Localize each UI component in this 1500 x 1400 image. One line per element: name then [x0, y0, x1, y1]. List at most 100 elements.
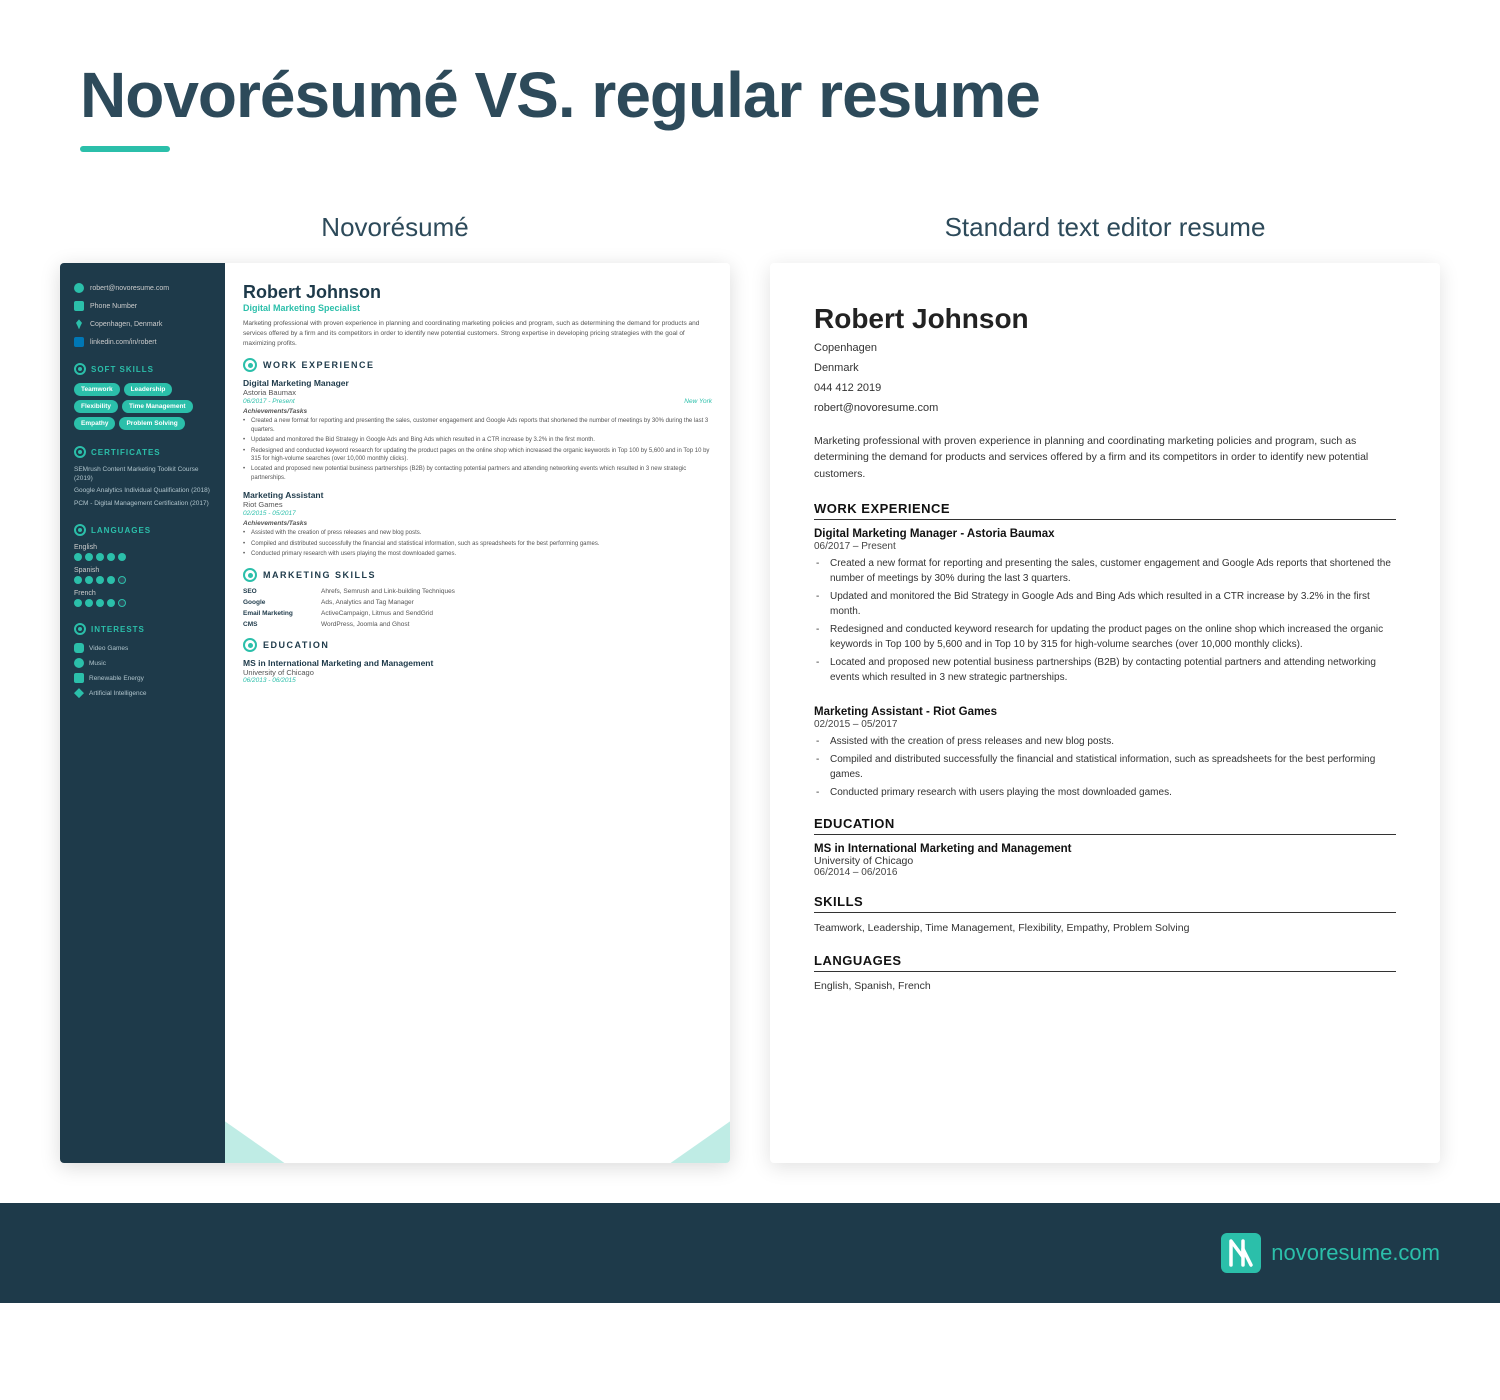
interest-energy: Renewable Energy [74, 673, 211, 683]
novo-bullet: Redesigned and conducted keyword researc… [243, 447, 712, 464]
lang-dot [74, 553, 82, 561]
novo-job2-company: Riot Games [243, 500, 712, 509]
novo-bullet: Created a new format for reporting and p… [243, 417, 712, 434]
columns-container: Novorésumé robert@novoresume.com Phone N… [0, 172, 1500, 1163]
std-work-title: WORK EXPERIENCE [814, 501, 1396, 520]
std-contact: Copenhagen Denmark 044 412 2019 robert@n… [814, 339, 1396, 418]
interest-music: Music [74, 658, 211, 668]
right-column: Standard text editor resume Robert Johns… [750, 212, 1460, 1163]
std-edu-school: University of Chicago [814, 855, 1396, 867]
contact-email: robert@novoresume.com [74, 283, 211, 293]
interests-icon [74, 623, 86, 635]
lang-dot [96, 553, 104, 561]
novo-job-2: Marketing Assistant Riot Games 02/2015 -… [243, 490, 712, 558]
std-bullet: Conducted primary research with users pl… [814, 785, 1396, 800]
header-underline [80, 146, 170, 152]
interest-videogames: Video Games [74, 643, 211, 653]
page-wrapper: Novorésumé VS. regular resume Novorésumé… [0, 0, 1500, 1303]
skill-tag: Leadership [124, 383, 173, 396]
cert-item: Google Analytics Individual Qualificatio… [74, 487, 211, 495]
lang-dot [85, 553, 93, 561]
interests-header: INTERESTS [74, 623, 211, 635]
teal-decor-left [225, 1103, 285, 1163]
linkedin-icon [74, 337, 84, 347]
novo-job1-title: Digital Marketing Manager [243, 378, 712, 388]
novo-achievements-label-2: Achievements/Tasks [243, 520, 712, 527]
soft-skills-header: SOFT SKILLS [74, 363, 211, 375]
footer-logo-tld: .com [1392, 1240, 1440, 1265]
contact-location: Copenhagen, Denmark [74, 319, 211, 329]
lang-dot [107, 599, 115, 607]
novo-resume-summary: Marketing professional with proven exper… [243, 319, 712, 348]
lang-dot [96, 599, 104, 607]
energy-icon [74, 673, 84, 683]
certs-icon [74, 446, 86, 458]
std-languages-title: LANGUAGES [814, 953, 1396, 972]
std-edu-degree: MS in International Marketing and Manage… [814, 843, 1396, 855]
footer-logo-text: novoresume.com [1271, 1240, 1440, 1266]
location-icon [74, 319, 84, 329]
std-skills-title: SKILLS [814, 894, 1396, 913]
novo-bullet: Conducted primary research with users pl… [243, 550, 712, 558]
footer-logo-name: novoresume [1271, 1240, 1392, 1265]
contact-phone: Phone Number [74, 301, 211, 311]
header: Novorésumé VS. regular resume [0, 0, 1500, 172]
std-name: Robert Johnson [814, 303, 1396, 335]
std-edu-dates: 06/2014 – 06/2016 [814, 867, 1396, 878]
novo-main: Robert Johnson Digital Marketing Special… [225, 263, 730, 1163]
novo-sidebar: robert@novoresume.com Phone Number Copen… [60, 263, 225, 1163]
skill-tag: Problem Solving [119, 417, 184, 430]
novo-work-header: WORK EXPERIENCE [243, 358, 712, 372]
ai-icon [74, 688, 84, 698]
lang-dot [107, 553, 115, 561]
std-bullet: Redesigned and conducted keyword researc… [814, 622, 1396, 652]
novo-job1-meta: 06/2017 - Present New York [243, 398, 712, 405]
std-languages-text: English, Spanish, French [814, 980, 1396, 992]
lang-french: French [74, 590, 211, 607]
novo-bullet: Compiled and distributed successfully th… [243, 540, 712, 548]
skill-tag: Flexibility [74, 400, 118, 413]
std-skills-text: Teamwork, Leadership, Time Management, F… [814, 921, 1396, 937]
interest-ai: Artificial Intelligence [74, 688, 211, 698]
skill-tag: Teamwork [74, 383, 120, 396]
lang-dot [74, 599, 82, 607]
lang-spanish: Spanish [74, 567, 211, 584]
skill-row-cms: CMS WordPress, Joomla and Ghost [243, 621, 712, 628]
std-bullet: Created a new format for reporting and p… [814, 556, 1396, 586]
novo-job2-title: Marketing Assistant [243, 490, 712, 500]
lang-dot [118, 553, 126, 561]
std-job2-dates: 02/2015 – 05/2017 [814, 719, 1396, 730]
std-job1-dates: 06/2017 – Present [814, 541, 1396, 552]
contact-linkedin: linkedin.com/in/robert [74, 337, 211, 347]
page-title: Novorésumé VS. regular resume [80, 60, 1420, 130]
left-column: Novorésumé robert@novoresume.com Phone N… [40, 212, 750, 1163]
music-icon [74, 658, 84, 668]
languages-header: LANGUAGES [74, 524, 211, 536]
std-bullet: Updated and monitored the Bid Strategy i… [814, 589, 1396, 619]
novo-mktskills-header: MARKETING SKILLS [243, 568, 712, 582]
novo-job2-meta: 02/2015 - 05/2017 [243, 510, 712, 517]
novo-edu-degree: MS in International Marketing and Manage… [243, 658, 712, 668]
std-job2-title: Marketing Assistant - Riot Games [814, 706, 1396, 718]
std-summary: Marketing professional with proven exper… [814, 433, 1396, 483]
novo-bullet: Assisted with the creation of press rele… [243, 529, 712, 537]
novo-achievements-label: Achievements/Tasks [243, 408, 712, 415]
novoresume-n-svg [1229, 1239, 1253, 1267]
cert-item: SEMrush Content Marketing Toolkit Course… [74, 466, 211, 483]
novo-edu-dates: 06/2013 - 06/2015 [243, 677, 712, 684]
novo-resume-card: robert@novoresume.com Phone Number Copen… [60, 263, 730, 1163]
right-col-title: Standard text editor resume [770, 212, 1440, 243]
lang-dot [74, 576, 82, 584]
work-section-icon [243, 358, 257, 372]
email-icon [74, 283, 84, 293]
lang-dot [85, 599, 93, 607]
novo-edu-header: EDUCATION [243, 638, 712, 652]
std-bullet: Located and proposed new potential busin… [814, 655, 1396, 685]
lang-english: English [74, 544, 211, 561]
soft-skills-icon [74, 363, 86, 375]
teal-decor-right [670, 1103, 730, 1163]
std-bullet: Compiled and distributed successfully th… [814, 752, 1396, 782]
videogames-icon [74, 643, 84, 653]
lang-dot [107, 576, 115, 584]
phone-icon [74, 301, 84, 311]
